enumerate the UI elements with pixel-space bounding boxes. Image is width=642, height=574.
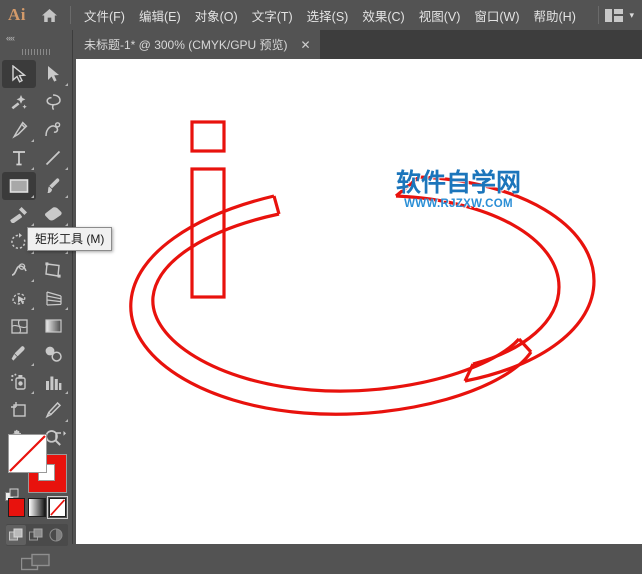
- document-tab-title: 未标题-1* @ 300% (CMYK/GPU 预览): [84, 38, 288, 52]
- tool-expand-arrow-icon: [65, 307, 68, 310]
- tool-grid: [2, 60, 70, 452]
- app-logo-icon: Ai: [8, 5, 26, 24]
- curvature-tool[interactable]: [36, 116, 70, 144]
- tool-expand-arrow-icon: [65, 223, 68, 226]
- color-controls: [0, 402, 72, 574]
- close-icon[interactable]: ✕: [300, 39, 312, 51]
- blend-tool[interactable]: [36, 340, 70, 368]
- direct-selection-tool[interactable]: [36, 60, 70, 88]
- draw-normal-button[interactable]: [6, 525, 26, 545]
- workspace-switcher[interactable]: ▾: [592, 0, 642, 30]
- tool-tooltip: 矩形工具 (M): [27, 227, 113, 251]
- menu-bar: Ai 文件(F) 编辑(E) 对象(O) 文字(T) 选择(S) 效果(C) 视…: [0, 0, 642, 30]
- shape-builder-tool[interactable]: [2, 284, 36, 312]
- pen-tool[interactable]: [2, 116, 36, 144]
- tools-panel: «« 矩形工具 (M): [0, 30, 113, 571]
- tool-expand-arrow-icon: [31, 167, 34, 170]
- selection-tool[interactable]: [2, 60, 36, 88]
- document-tab[interactable]: 未标题-1* @ 300% (CMYK/GPU 预览) ✕: [72, 30, 320, 59]
- drawing-mode-row: [6, 524, 68, 546]
- workspace-layout-icon: [605, 8, 624, 22]
- canvas-area: 软件自学网 WWW.RJZXW.COM: [72, 59, 642, 544]
- home-icon[interactable]: [34, 0, 64, 30]
- tool-expand-arrow-icon: [31, 279, 34, 282]
- none-slash-icon: [49, 499, 65, 516]
- gradient-tool[interactable]: [36, 312, 70, 340]
- change-screen-mode-button[interactable]: [0, 550, 72, 574]
- rectangle-tool[interactable]: [2, 172, 36, 200]
- shaper-tool[interactable]: [2, 200, 36, 228]
- fill-stroke-stack: [8, 434, 67, 493]
- menu-help[interactable]: 帮助(H): [527, 0, 583, 30]
- color-mode-button[interactable]: [8, 498, 26, 517]
- free-transform-tool[interactable]: [36, 256, 70, 284]
- width-tool[interactable]: [2, 256, 36, 284]
- tool-expand-arrow-icon: [31, 391, 34, 394]
- none-slash-icon: [9, 435, 46, 472]
- tool-expand-arrow-icon: [31, 139, 34, 142]
- menu-file[interactable]: 文件(F): [77, 0, 132, 30]
- ellipse-ring-letter-i-artwork[interactable]: [76, 59, 642, 544]
- menu-type[interactable]: 文字(T): [245, 0, 300, 30]
- swap-fill-stroke-icon[interactable]: [53, 428, 67, 442]
- illustrator-window: Ai 文件(F) 编辑(E) 对象(O) 文字(T) 选择(S) 效果(C) 视…: [0, 0, 642, 571]
- eraser-tool[interactable]: [36, 200, 70, 228]
- tool-expand-arrow-icon: [65, 83, 68, 86]
- tool-expand-arrow-icon: [31, 223, 34, 226]
- fill-swatch[interactable]: [8, 434, 47, 473]
- tool-expand-arrow-icon: [65, 251, 68, 254]
- menu-divider: [70, 6, 71, 24]
- magic-wand-tool[interactable]: [2, 88, 36, 116]
- none-mode-button[interactable]: [46, 496, 69, 519]
- menu-object[interactable]: 对象(O): [188, 0, 245, 30]
- tool-expand-arrow-icon: [31, 307, 34, 310]
- mesh-tool[interactable]: [2, 312, 36, 340]
- chevron-down-icon: ▾: [629, 9, 634, 20]
- menu-window[interactable]: 窗口(W): [467, 0, 526, 30]
- draw-behind-button[interactable]: [26, 525, 46, 545]
- tool-expand-arrow-icon: [65, 195, 68, 198]
- perspective-grid-tool[interactable]: [36, 284, 70, 312]
- menu-view[interactable]: 视图(V): [412, 0, 468, 30]
- menu-edit[interactable]: 编辑(E): [132, 0, 188, 30]
- paintbrush-tool[interactable]: [36, 172, 70, 200]
- eyedropper-tool[interactable]: [2, 340, 36, 368]
- tool-expand-arrow-icon: [65, 391, 68, 394]
- collapse-panel-button[interactable]: ««: [0, 30, 72, 46]
- workspace-divider: [598, 6, 600, 24]
- gradient-mode-button[interactable]: [28, 498, 46, 517]
- line-segment-tool[interactable]: [36, 144, 70, 172]
- color-mode-row: [8, 496, 69, 520]
- tool-expand-arrow-icon: [31, 195, 34, 198]
- type-tool[interactable]: [2, 144, 36, 172]
- document-tab-bar: 未标题-1* @ 300% (CMYK/GPU 预览) ✕: [72, 30, 642, 59]
- column-graph-tool[interactable]: [36, 368, 70, 396]
- menu-effect[interactable]: 效果(C): [355, 0, 411, 30]
- symbol-sprayer-tool[interactable]: [2, 368, 36, 396]
- tool-expand-arrow-icon: [31, 363, 34, 366]
- draw-inside-button[interactable]: [46, 525, 66, 545]
- tool-expand-arrow-icon: [65, 167, 68, 170]
- artboard-canvas[interactable]: 软件自学网 WWW.RJZXW.COM: [76, 59, 642, 544]
- panel-drag-handle[interactable]: [0, 46, 72, 58]
- lasso-tool[interactable]: [36, 88, 70, 116]
- tool-expand-arrow-icon: [31, 251, 34, 254]
- menu-select[interactable]: 选择(S): [300, 0, 356, 30]
